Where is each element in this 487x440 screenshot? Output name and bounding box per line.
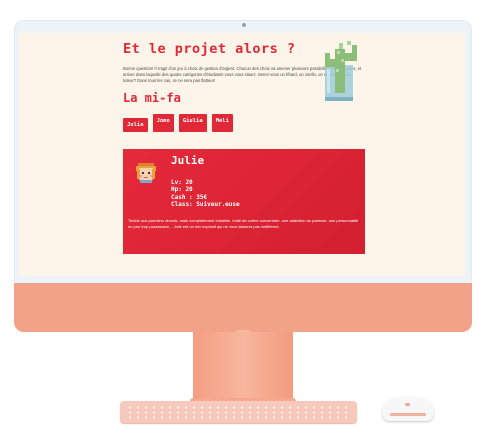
- camera-icon: [242, 23, 246, 27]
- imac-stand: [193, 332, 293, 403]
- stat-hp: Hp: 20: [171, 186, 193, 194]
- character-name: Julie: [171, 154, 205, 167]
- stat-class: Class: Suiveur.euse: [171, 201, 240, 209]
- screen: Et le projet alors ? Bonne question! Il …: [19, 33, 465, 276]
- stat-level: Lv: 20: [171, 179, 193, 186]
- character-description: Timide aux premiers abords, mais complèt…: [128, 218, 359, 229]
- imac-chin: [14, 283, 472, 332]
- page-heading: Et le projet alors ?: [123, 41, 296, 57]
- tab-giulia[interactable]: Giulia: [178, 114, 207, 132]
- stat-cash: Cash : 35€: [171, 193, 208, 201]
- cactus-jar-icon: [325, 41, 357, 101]
- character-card: Julie Lv: 20 Hp: 20 Cash : 35€ Class: Su…: [123, 149, 365, 254]
- tab-meli[interactable]: Meli: [211, 114, 233, 132]
- avatar-icon: [136, 163, 156, 183]
- section-heading: La mi-fa: [123, 91, 181, 105]
- keyboard-keys: [126, 405, 351, 419]
- tab-julie[interactable]: Julie: [123, 118, 148, 132]
- character-stats: Lv: 20 Hp: 20 Cash : 35€ Class: Suiveur.…: [171, 179, 240, 209]
- tab-jomo[interactable]: Jomo: [152, 114, 174, 132]
- mouse-stripe: [390, 413, 426, 416]
- character-tabs: Julie Jomo Giulia Meli: [123, 114, 233, 132]
- keyboard: [120, 401, 357, 423]
- mouse: [382, 397, 434, 421]
- mouse-sensor: [405, 403, 410, 406]
